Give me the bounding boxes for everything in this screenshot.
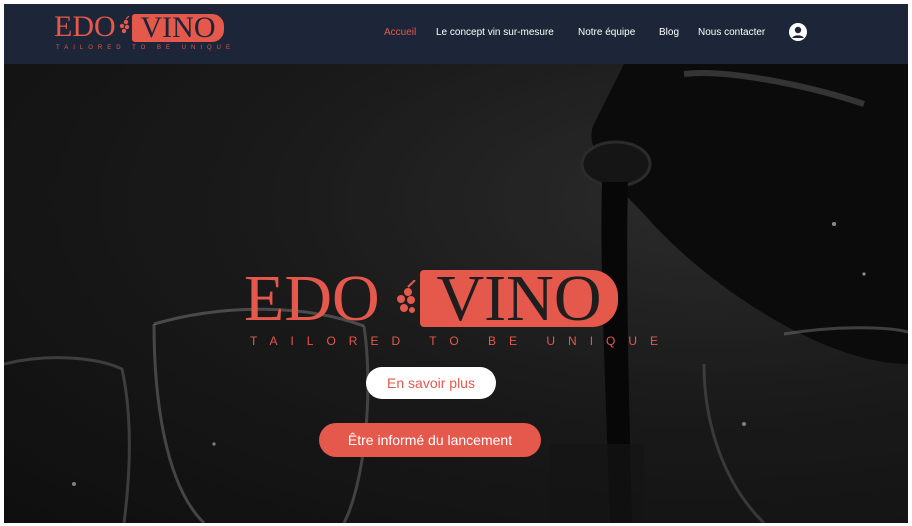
hero-logo-word-edo: EDO [244,262,380,335]
hero-logo-vino-badge: VINO [420,264,618,334]
logo-word-vino: VINO [140,11,216,44]
nav-item-concept[interactable]: Le concept vin sur-mesure [436,26,554,40]
header-logo[interactable]: EDO VINO TAILORED TO BE UNIQUE [54,10,230,56]
grape-icon [397,280,416,313]
learn-more-button[interactable]: En savoir plus [366,367,496,399]
logo-word-edo: EDO [54,10,116,43]
user-circle-icon[interactable] [789,23,807,41]
page-frame: EDO VINO TAILORED TO BE UNIQUE Accueil L… [4,4,908,523]
nav-item-blog[interactable]: Blog [659,26,679,40]
logo-tagline: TAILORED TO BE UNIQUE [56,45,236,51]
hero-logo-tagline: TAILORED TO BE UNIQUE [250,334,672,348]
nav-item-accueil[interactable]: Accueil [384,26,416,40]
hero-logo-word-vino: VINO [436,262,602,335]
nav-item-contact[interactable]: Nous contacter [698,26,765,40]
logo-vino-badge: VINO [132,11,224,44]
hero-logo: EDO VINO TAILORED TO BE UNIQUE [244,262,658,354]
top-navbar: EDO VINO TAILORED TO BE UNIQUE Accueil L… [4,4,908,64]
nav-item-equipe[interactable]: Notre équipe [578,26,635,40]
hero-section: EDO VINO TAILORED TO BE UNIQUE En savoir… [4,64,908,523]
notify-launch-button[interactable]: Être informé du lancement [319,423,541,457]
